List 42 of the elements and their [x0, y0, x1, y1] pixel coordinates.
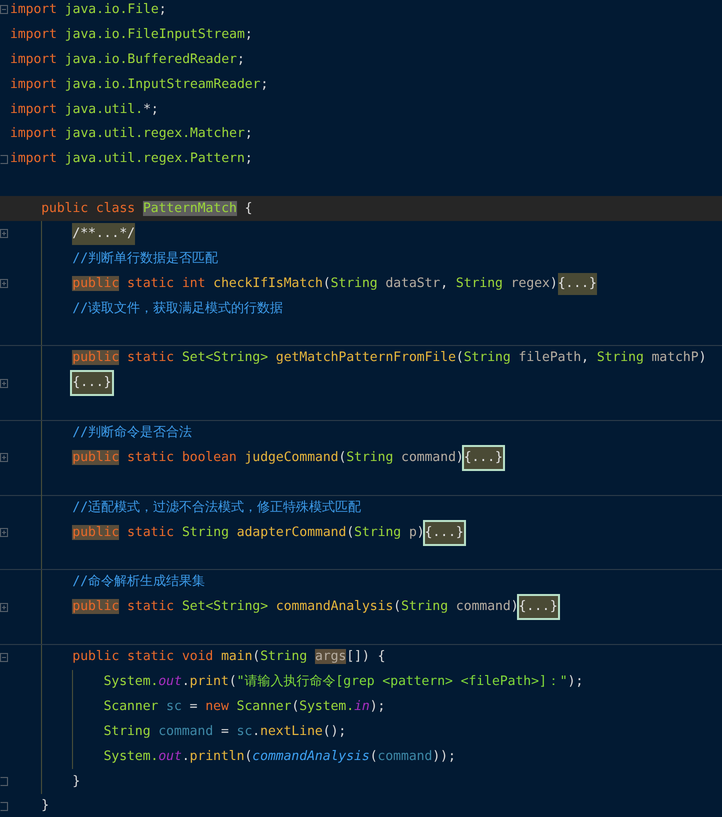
code-line: import java.io.InputStreamReader;	[10, 76, 268, 94]
expand-icon[interactable]	[0, 378, 8, 388]
code-line: }	[72, 772, 80, 791]
code-line: public static void main(String args[]) {	[72, 648, 386, 666]
fold-end-icon	[0, 777, 8, 786]
code-line: import java.io.FileInputStream;	[10, 26, 253, 44]
code-comment: //判断单行数据是否匹配	[72, 250, 218, 268]
code-line: import java.util.regex.Pattern;	[10, 150, 253, 168]
fold-end-icon	[0, 154, 8, 164]
collapse-icon[interactable]	[0, 5, 8, 14]
folded-code[interactable]: {...}	[558, 272, 597, 295]
code-line: public static Set<String> commandAnalysis(String command)	[72, 598, 519, 616]
collapse-icon[interactable]	[0, 652, 8, 662]
code-line: public static Set<String> getMatchPatternFromFile(String filePath, String matchP)	[72, 349, 706, 368]
expand-icon[interactable]	[0, 453, 8, 462]
code-line: import java.io.File;	[10, 0, 167, 19]
folded-code[interactable]: {...}	[518, 596, 558, 618]
folded-code[interactable]: {...}	[424, 522, 464, 544]
fold-end-icon	[0, 802, 8, 811]
expand-icon[interactable]	[0, 528, 8, 538]
expand-icon[interactable]	[0, 279, 8, 288]
code-line: System.out.print("请输入执行命令[grep <pattern> <filePath>]：");	[104, 672, 584, 691]
code-line: Scanner sc = new Scanner(System.in);	[104, 698, 386, 716]
folded-code[interactable]: {...}	[464, 446, 503, 469]
code-line: public static int checkIfIsMatch(String dataStr, String regex)	[72, 274, 558, 293]
code-line: import java.util.*;	[10, 100, 159, 118]
expand-icon[interactable]	[0, 229, 8, 238]
code-line: public static String adapterCommand(String p)	[72, 524, 425, 542]
code-comment: //适配模式，过滤不合法模式，修正特殊模式匹配	[72, 498, 362, 517]
folded-code[interactable]: {...}	[72, 372, 112, 394]
code-line: import java.io.BufferedReader;	[10, 50, 245, 69]
code-comment: //读取文件，获取满足模式的行数据	[72, 300, 284, 318]
code-line: import java.util.regex.Matcher;	[10, 125, 253, 144]
code-comment: //判断命令是否合法	[72, 424, 192, 442]
folded-code[interactable]: /**...*/	[72, 222, 135, 245]
code-line: public class PatternMatch {	[41, 200, 253, 218]
code-line: System.out.println(commandAnalysis(command));	[104, 748, 456, 766]
code-line: String command = sc.nextLine();	[104, 722, 346, 741]
expand-icon[interactable]	[0, 602, 8, 612]
code-line: public static boolean judgeCommand(String command)	[72, 448, 464, 467]
code-comment: //命令解析生成结果集	[72, 573, 206, 592]
code-line: }	[41, 797, 50, 816]
